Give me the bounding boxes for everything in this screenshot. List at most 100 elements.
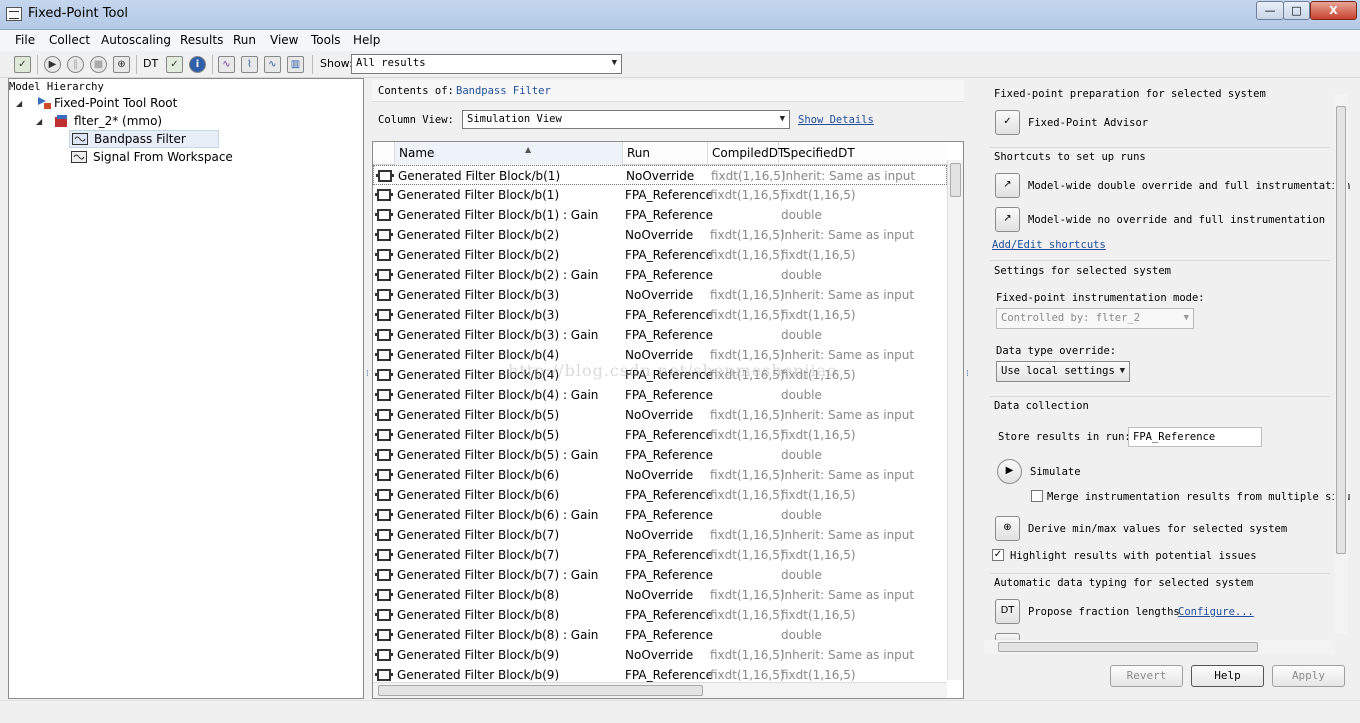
tree-node-model[interactable]: ◢ flter_2* (mmo)	[36, 113, 236, 131]
cell-specifieddt: Inherit: Same as input	[781, 528, 915, 542]
expand-arrow-icon[interactable]: ◢	[16, 99, 22, 108]
scroll-thumb[interactable]	[998, 642, 1258, 652]
header-compileddt[interactable]: CompiledDT	[708, 142, 785, 165]
histogram-icon[interactable]: ▥	[287, 56, 304, 73]
table-row[interactable]: Generated Filter Block/b(3) : Gain FPA_Re…	[373, 325, 947, 345]
scroll-thumb[interactable]	[378, 685, 703, 696]
plot-diff-icon[interactable]: ∿	[264, 56, 281, 73]
table-row[interactable]: Generated Filter Block/b(2) NoOverride fix…	[373, 225, 947, 245]
propose-dt-button[interactable]: DT	[995, 599, 1020, 624]
merge-results-checkbox[interactable]	[1031, 490, 1043, 502]
left-splitter-handle[interactable]: ⁞	[366, 370, 370, 398]
add-edit-shortcuts-link[interactable]: Add/Edit shortcuts	[992, 239, 1106, 251]
table-row[interactable]: Generated Filter Block/b(7) NoOverride fix…	[373, 525, 947, 545]
menu-help[interactable]: Help	[353, 33, 380, 47]
cell-run: FPA_Reference	[625, 328, 714, 342]
subsystem-icon	[72, 132, 88, 146]
menu-run[interactable]: Run	[233, 33, 256, 47]
header-specifieddt[interactable]: SpecifiedDT	[779, 142, 947, 165]
table-row[interactable]: Generated Filter Block/b(1) : Gain FPA_Re…	[373, 205, 947, 225]
store-results-input[interactable]: FPA_Reference	[1128, 427, 1262, 447]
table-row[interactable]: Generated Filter Block/b(8) FPA_Reference…	[373, 605, 947, 625]
table-row[interactable]: Generated Filter Block/b(3) FPA_Reference…	[373, 305, 947, 325]
header-run[interactable]: Run	[623, 142, 708, 165]
tree-node-signal-from-workspace[interactable]: Signal From Workspace	[71, 149, 271, 167]
highlight-issues-checkbox[interactable]: ✓	[992, 549, 1004, 561]
cell-specifieddt: double	[781, 388, 822, 402]
menu-autoscaling[interactable]: Autoscaling	[101, 33, 171, 47]
dt-apply-icon[interactable]: ✓	[166, 56, 183, 73]
cell-compileddt: fixdt(1,16,5)	[710, 528, 785, 542]
tree-node-bandpass-filter[interactable]: Bandpass Filter	[69, 130, 219, 148]
table-row[interactable]: Generated Filter Block/b(8) NoOverride fix…	[373, 585, 947, 605]
header-name[interactable]: ▲ Name	[395, 142, 623, 165]
table-row[interactable]: Generated Filter Block/b(1) FPA_Reference…	[373, 185, 947, 205]
shortcut-no-override-button[interactable]: ↗	[995, 207, 1020, 232]
expand-arrow-icon[interactable]: ◢	[36, 117, 42, 126]
fixed-point-advisor-icon[interactable]: ✓	[14, 56, 31, 73]
maximize-button[interactable]: □	[1283, 1, 1310, 20]
status-bar	[0, 700, 1360, 723]
revert-button[interactable]: Revert	[1110, 665, 1183, 687]
actions-vertical-scrollbar[interactable]	[1334, 94, 1348, 634]
table-row[interactable]: Generated Filter Block/b(2) FPA_Reference…	[373, 245, 947, 265]
table-row[interactable]: Generated Filter Block/b(5) : Gain FPA_Re…	[373, 445, 947, 465]
minimize-button[interactable]: —	[1256, 1, 1284, 20]
results-table: ▲ Name Run CompiledDT SpecifiedDT Genera…	[372, 141, 964, 699]
info-icon[interactable]: i	[189, 56, 206, 73]
menu-results[interactable]: Results	[180, 33, 223, 47]
derive-ranges-button[interactable]: ⊕	[995, 516, 1020, 541]
menu-file[interactable]: File	[15, 33, 35, 47]
plot-compare-icon[interactable]: ⌇	[241, 56, 258, 73]
plot-signal-icon[interactable]: ∿	[218, 56, 235, 73]
show-results-select[interactable]: All results ▼	[351, 54, 622, 74]
table-row[interactable]: Generated Filter Block/b(2) : Gain FPA_Re…	[373, 265, 947, 285]
table-row[interactable]: Generated Filter Block/b(8) : Gain FPA_Re…	[373, 625, 947, 645]
show-details-link[interactable]: Show Details	[798, 114, 874, 126]
watermark: http://blog.csdn.net/shenmeshenjiao	[508, 361, 838, 380]
scroll-thumb[interactable]	[950, 163, 961, 197]
table-row[interactable]: Generated Filter Block/b(6) NoOverride fix…	[373, 465, 947, 485]
instrumentation-mode-select[interactable]: Controlled by: flter_2 ▼	[996, 308, 1194, 329]
column-view-select[interactable]: Simulation View ▼	[462, 110, 790, 129]
highlight-issues-label: Highlight results with potential issues	[1010, 550, 1257, 562]
fixed-point-advisor-button[interactable]: ✓	[995, 110, 1020, 135]
table-row[interactable]: Generated Filter Block/b(3) NoOverride fix…	[373, 285, 947, 305]
table-row[interactable]: Generated Filter Block/b(6) : Gain FPA_Re…	[373, 505, 947, 525]
table-row[interactable]: Generated Filter Block/b(7) : Gain FPA_Re…	[373, 565, 947, 585]
apply-button[interactable]: Apply	[1272, 665, 1345, 687]
cell-compileddt: fixdt(1,16,5)	[710, 348, 785, 362]
menu-tools[interactable]: Tools	[311, 33, 341, 47]
data-type-override-select[interactable]: Use local settings ▼	[996, 361, 1130, 382]
simulate-button[interactable]: ▶	[997, 459, 1022, 484]
table-row[interactable]: Generated Filter Block/b(5) FPA_Reference…	[373, 425, 947, 445]
tree-node-root[interactable]: ◢ Fixed-Point Tool Root	[16, 95, 216, 113]
table-horizontal-scrollbar[interactable]	[373, 682, 947, 698]
table-row[interactable]: Generated Filter Block/b(7) FPA_Reference…	[373, 545, 947, 565]
scroll-thumb[interactable]	[1336, 106, 1346, 554]
table-row[interactable]: Generated Filter Block/b(5) NoOverride fix…	[373, 405, 947, 425]
derive-ranges-icon[interactable]: ⊕	[113, 56, 130, 73]
cell-specifieddt: fixdt(1,16,5)	[781, 248, 856, 262]
pause-icon[interactable]: ‖	[67, 56, 84, 73]
table-row[interactable]: Generated Filter Block/b(9) NoOverride fix…	[373, 645, 947, 665]
dt-propose-icon[interactable]: DT	[143, 57, 158, 70]
table-row[interactable]: Generated Filter Block/b(4) : Gain FPA_Re…	[373, 385, 947, 405]
shortcut-double-override-button[interactable]: ↗	[995, 173, 1020, 198]
menu-collect[interactable]: Collect	[49, 33, 90, 47]
cell-specifieddt: Inherit: Same as input	[781, 288, 915, 302]
apply-dt-button[interactable]	[995, 633, 1020, 640]
stop-icon[interactable]: ■	[90, 56, 107, 73]
table-row[interactable]: Generated Filter Block/b(1) NoOverride fix…	[373, 165, 947, 185]
right-splitter-handle[interactable]: ⁞	[966, 370, 970, 398]
table-vertical-scrollbar[interactable]	[947, 160, 963, 680]
block-icon	[375, 549, 393, 561]
help-button[interactable]: Help	[1191, 665, 1264, 687]
table-row[interactable]: Generated Filter Block/b(6) FPA_Reference…	[373, 485, 947, 505]
close-button[interactable]: X	[1310, 1, 1357, 20]
play-icon[interactable]: ▶	[44, 56, 61, 73]
actions-horizontal-scrollbar[interactable]	[984, 640, 1334, 654]
menu-view[interactable]: View	[270, 33, 298, 47]
configure-link[interactable]: Configure...	[1178, 606, 1254, 618]
section-title-settings: Settings for selected system	[994, 265, 1172, 277]
